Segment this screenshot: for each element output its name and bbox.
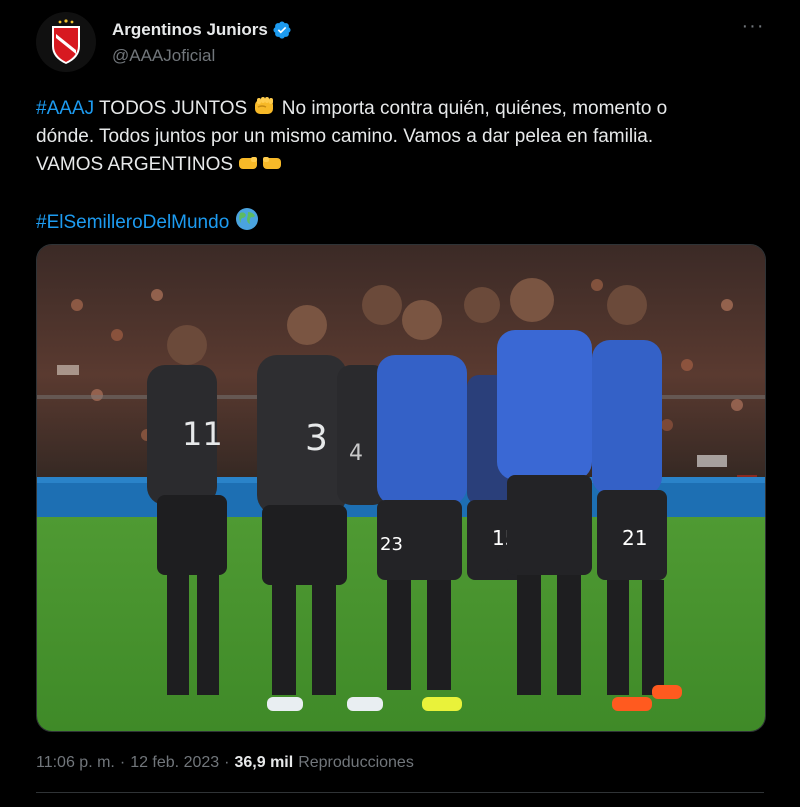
fist-icon — [255, 97, 274, 114]
meta-separator: · — [119, 754, 126, 771]
tweet-time[interactable]: 11:06 p. m. — [36, 754, 115, 772]
globe-icon — [235, 208, 258, 230]
text-line2: dónde. Todos juntos por un mismo camino.… — [36, 126, 654, 147]
avatar[interactable] — [36, 12, 96, 72]
handle[interactable]: @AAAJoficial — [112, 46, 215, 66]
text-no-importa: No importa contra quién, quiénes, moment… — [276, 98, 668, 119]
jersey-number-11: 11 — [182, 415, 223, 453]
team-huddle-image: 11 3 4 23 15 21 — [37, 245, 765, 731]
text-vamos-argentinos: VAMOS ARGENTINOS — [36, 154, 239, 175]
divider — [36, 792, 764, 793]
tweet-header: Argentinos Juniors @AAAJoficial ··· — [36, 12, 776, 72]
verified-icon — [273, 21, 291, 39]
hashtag-aaaj[interactable]: #AAAJ — [36, 98, 94, 119]
jersey-number-4: 4 — [349, 441, 363, 466]
tweet-date[interactable]: 12 feb. 2023 — [130, 754, 219, 772]
jersey-number-21: 21 — [622, 526, 647, 550]
views-count: 36,9 mil — [234, 754, 294, 771]
more-icon[interactable]: ··· — [738, 14, 768, 38]
tweet-meta: 11:06 p. m. · 12 feb. 2023 · 36,9 mil Re… — [36, 754, 414, 772]
hashtag-semillero[interactable]: #ElSemilleroDelMundo — [36, 212, 229, 233]
tweet-card: Argentinos Juniors @AAAJoficial ··· #AAA… — [0, 0, 800, 807]
logo-icon — [36, 12, 96, 72]
jersey-number-3: 3 — [305, 418, 328, 459]
tweet-text: #AAAJ TODOS JUNTOS No importa contra qui… — [36, 95, 766, 237]
name-row: Argentinos Juniors — [112, 20, 292, 40]
tweet-photo[interactable]: 11 3 4 23 15 21 — [36, 244, 766, 732]
fist-bump-icon — [239, 157, 282, 169]
jersey-number-23: 23 — [380, 534, 403, 555]
views-label: Reproducciones — [298, 754, 414, 771]
text-todos-juntos: TODOS JUNTOS — [94, 98, 253, 119]
display-name[interactable]: Argentinos Juniors — [112, 20, 268, 40]
meta-separator-2: · — [224, 754, 230, 771]
